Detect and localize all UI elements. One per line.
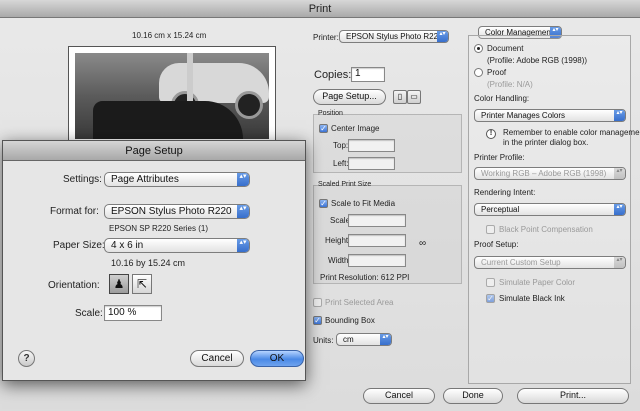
paper-size-select[interactable]: 4 x 6 in — [104, 238, 250, 253]
black-point-label: Black Point Compensation — [499, 225, 593, 234]
print-resolution: Print Resolution: 612 PPI — [320, 273, 410, 282]
reminder-text-line2: in the printer dialog box. — [503, 138, 589, 147]
landscape-orientation-button[interactable]: ⇱ — [132, 274, 152, 294]
top-field[interactable] — [348, 139, 395, 152]
page-setup-title: Page Setup — [3, 141, 305, 161]
document-label: Document — [487, 44, 524, 53]
proof-radio[interactable] — [474, 68, 483, 77]
format-for-label: Format for: — [50, 206, 99, 217]
color-handling-label: Color Handling: — [474, 94, 530, 103]
print-dialog-title: Print — [0, 0, 640, 18]
units-label: Units: — [313, 336, 334, 345]
landscape-orientation-icon[interactable]: ▭ — [407, 90, 421, 104]
ok-button[interactable]: OK — [250, 350, 304, 367]
paper-size-sub: 10.16 by 15.24 cm — [111, 258, 186, 268]
orientation-label: Orientation: — [48, 280, 100, 291]
proof-label: Proof — [487, 68, 507, 77]
printer-select[interactable]: EPSON Stylus Photo R220 — [339, 30, 449, 43]
print-preview — [68, 46, 276, 142]
position-group: Position ✓ Center Image Top: Left: — [313, 110, 462, 173]
preview-size-label: 10.16 cm x 15.24 cm — [132, 31, 207, 40]
center-image-checkbox[interactable]: ✓ — [319, 124, 328, 133]
scaled-print-size-group: Scaled Print Size ✓ Scale to Fit Media S… — [313, 181, 462, 284]
reminder-text-line1: Remember to enable color management — [503, 128, 640, 137]
photo-motorbike — [93, 101, 243, 139]
rendering-intent-select[interactable]: Perceptual — [474, 203, 626, 216]
format-for-select[interactable]: EPSON Stylus Photo R220 — [104, 204, 250, 219]
print-cancel-button[interactable]: Cancel — [363, 388, 435, 404]
width-field[interactable] — [348, 254, 406, 267]
info-icon: ! — [486, 129, 496, 139]
simulate-ink-checkbox[interactable]: ✓ — [486, 294, 495, 303]
printer-profile-label: Printer Profile: — [474, 153, 525, 162]
print-selected-area-checkbox[interactable] — [313, 298, 322, 307]
black-point-checkbox[interactable] — [486, 225, 495, 234]
scale-to-fit-checkbox[interactable]: ✓ — [319, 199, 328, 208]
scale-field[interactable] — [348, 214, 406, 227]
left-label: Left: — [333, 159, 349, 168]
document-radio[interactable] — [474, 44, 483, 53]
scale-to-fit-label: Scale to Fit Media — [331, 199, 396, 208]
bounding-box-checkbox[interactable]: ✓ — [313, 316, 322, 325]
color-handling-select[interactable]: Printer Manages Colors — [474, 109, 626, 122]
left-field[interactable] — [348, 157, 395, 170]
center-image-label: Center Image — [331, 124, 380, 133]
printer-profile-select[interactable]: Working RGB – Adobe RGB (1998) — [474, 167, 626, 180]
document-profile: (Profile: Adobe RGB (1998)) — [487, 56, 588, 65]
bounding-box-label: Bounding Box — [325, 316, 375, 325]
color-management-panel: Document (Profile: Adobe RGB (1998)) Pro… — [468, 35, 640, 384]
proof-setup-label: Proof Setup: — [474, 240, 519, 249]
preview-photo — [75, 53, 269, 139]
position-group-title: Position — [318, 110, 343, 117]
copies-label: Copies: — [314, 69, 352, 81]
height-label: Height: — [325, 236, 351, 245]
top-label: Top: — [333, 141, 349, 150]
proof-setup-select[interactable]: Current Custom Setup — [474, 256, 626, 269]
format-for-sub: EPSON SP R220 Series (1) — [109, 224, 209, 233]
scale-field[interactable]: 100 % — [104, 305, 162, 321]
page-setup-dialog: Page Setup Settings: Page Attributes For… — [2, 140, 306, 381]
page-setup-button[interactable]: Page Setup... — [313, 89, 386, 105]
rendering-intent-label: Rendering Intent: — [474, 188, 536, 197]
simulate-paper-checkbox[interactable] — [486, 278, 495, 287]
copies-field[interactable]: 1 — [351, 67, 385, 82]
simulate-paper-label: Simulate Paper Color — [499, 278, 576, 287]
portrait-orientation-button[interactable]: ♟ — [109, 274, 129, 294]
printer-label: Printer: — [313, 33, 339, 42]
photo-wheel — [235, 91, 263, 119]
page-setup-cancel-button[interactable]: Cancel — [190, 350, 244, 367]
paper-size-label: Paper Size: — [53, 240, 105, 251]
scale-label: Scale: — [75, 308, 103, 319]
settings-select[interactable]: Page Attributes — [104, 172, 250, 187]
done-button[interactable]: Done — [443, 388, 503, 404]
proof-profile: (Profile: N/A) — [487, 80, 533, 89]
print-button[interactable]: Print... — [517, 388, 629, 404]
simulate-ink-label: Simulate Black Ink — [499, 294, 565, 303]
units-select[interactable]: cm — [336, 333, 392, 346]
portrait-orientation-icon[interactable]: ▯ — [393, 90, 407, 104]
print-selected-area-label: Print Selected Area — [325, 298, 394, 307]
scaled-print-size-title: Scaled Print Size — [318, 181, 372, 188]
help-icon[interactable]: ? — [18, 350, 35, 367]
link-icon[interactable]: ∞ — [419, 238, 426, 249]
height-field[interactable] — [348, 234, 406, 247]
settings-label: Settings: — [63, 174, 102, 185]
